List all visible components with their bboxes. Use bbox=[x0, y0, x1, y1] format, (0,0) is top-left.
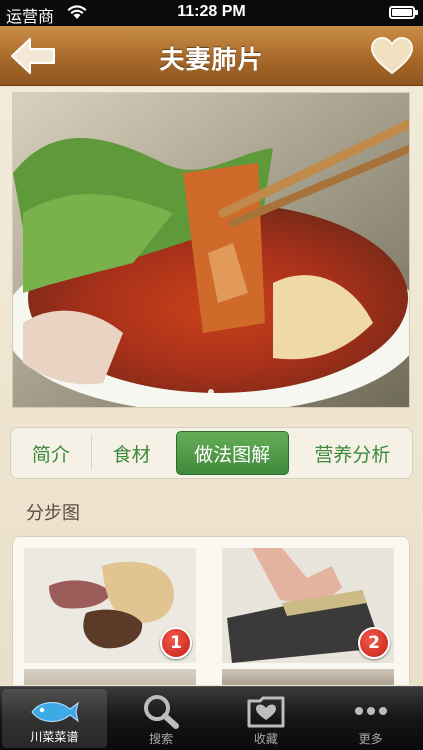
step-number-badge: 2 bbox=[358, 627, 390, 659]
tabbar-label: 搜索 bbox=[149, 732, 174, 746]
tabbar-item-recipes[interactable]: 川菜菜谱 bbox=[2, 689, 107, 748]
tab-intro[interactable]: 简介 bbox=[15, 431, 87, 475]
tabbar-item-more[interactable]: 更多 bbox=[318, 687, 423, 750]
steps-card: 1 2 bbox=[12, 536, 410, 685]
clock: 11:28 PM bbox=[177, 3, 246, 20]
dish-image bbox=[13, 93, 409, 407]
navigation-bar: 夫妻肺片 bbox=[0, 26, 423, 86]
tabbar-label: 更多 bbox=[358, 732, 383, 746]
page-indicator bbox=[13, 380, 409, 399]
tab-nutrition-analysis[interactable]: 营养分析 bbox=[297, 431, 408, 475]
tab-method-illustrated[interactable]: 做法图解 bbox=[175, 431, 289, 475]
step-image-2[interactable]: 2 bbox=[222, 548, 394, 663]
tabbar-label: 川菜菜谱 bbox=[30, 730, 79, 744]
search-icon bbox=[144, 695, 180, 729]
dish-photo[interactable] bbox=[12, 92, 410, 408]
tab-divider bbox=[90, 436, 92, 470]
step-image-3[interactable] bbox=[24, 669, 196, 685]
more-dots-icon bbox=[354, 707, 387, 715]
tabbar-label: 收藏 bbox=[253, 732, 278, 746]
tabbar-item-favorites[interactable]: 收藏 bbox=[214, 687, 319, 750]
step-number-badge: 1 bbox=[160, 627, 192, 659]
favorites-folder-icon bbox=[247, 696, 285, 728]
page-title: 夫妻肺片 bbox=[159, 45, 264, 74]
step-image-4[interactable] bbox=[222, 669, 394, 685]
status-bar: 运营商 11:28 PM bbox=[0, 0, 423, 26]
bottom-tab-bar: 川菜菜谱 搜索 收藏 更多 bbox=[0, 686, 423, 750]
section-title: 分步图 bbox=[26, 503, 80, 524]
fish-icon bbox=[31, 701, 80, 723]
recipe-content[interactable]: 简介 食材 做法图解 营养分析 分步图 1 2 bbox=[0, 87, 423, 685]
tabbar-item-search[interactable]: 搜索 bbox=[109, 687, 214, 750]
battery-icon bbox=[389, 6, 418, 19]
step-image-1[interactable]: 1 bbox=[24, 548, 196, 663]
recipe-tabs: 简介 食材 做法图解 营养分析 bbox=[10, 427, 413, 479]
tab-ingredients[interactable]: 食材 bbox=[96, 431, 168, 475]
heart-icon[interactable] bbox=[369, 36, 415, 76]
